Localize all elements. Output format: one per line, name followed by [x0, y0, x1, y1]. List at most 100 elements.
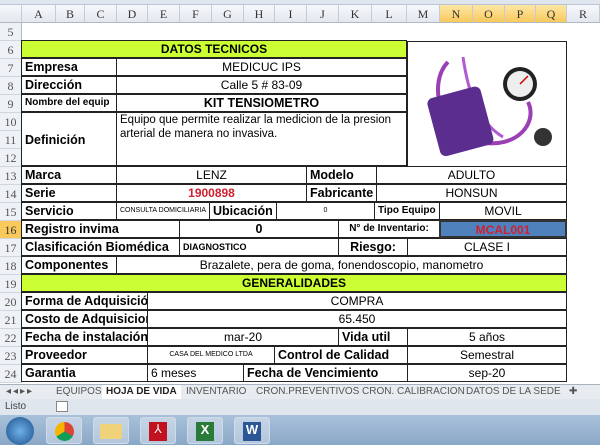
column-header[interactable]: A [22, 5, 56, 23]
row-header[interactable]: 17 [0, 239, 22, 257]
row-header[interactable]: 11 [0, 131, 22, 149]
proveedor-label: Proveedor [21, 346, 148, 364]
componentes-label: Componentes [21, 256, 117, 274]
tab-datos-sede[interactable]: DATOS DE LA SEDE [462, 385, 565, 399]
row-header[interactable]: 10 [0, 113, 22, 131]
chrome-icon[interactable] [46, 417, 82, 444]
empresa-label: Empresa [21, 58, 117, 76]
row-header[interactable]: 18 [0, 257, 22, 275]
macro-record-icon[interactable] [56, 401, 68, 412]
costo-cell[interactable]: 65.450 [147, 310, 567, 328]
proveedor-cell[interactable]: CASA DEL MEDICO LTDA [147, 346, 275, 364]
nombre-label: Nombre del equip [21, 94, 117, 112]
row-header[interactable]: 13 [0, 167, 22, 185]
direccion-cell[interactable]: Calle 5 # 83-09 [116, 76, 407, 94]
column-header[interactable]: K [339, 5, 372, 23]
column-header[interactable]: I [275, 5, 307, 23]
servicio-cell[interactable]: CONSULTA DOMICILIARIA [116, 202, 210, 220]
componentes-cell[interactable]: Brazalete, pera de goma, fonendoscopio, … [116, 256, 567, 274]
row-header[interactable]: 22 [0, 329, 22, 347]
word-icon[interactable]: W [234, 417, 270, 444]
column-header[interactable]: F [180, 5, 212, 23]
row-header[interactable]: 7 [0, 59, 22, 77]
column-header[interactable]: J [307, 5, 339, 23]
row-header[interactable]: 14 [0, 185, 22, 203]
row-header[interactable]: 23 [0, 347, 22, 365]
column-header[interactable]: B [56, 5, 85, 23]
costo-label: Costo de Adquisicion [21, 310, 148, 328]
column-header[interactable]: H [244, 5, 275, 23]
column-header[interactable]: O [473, 5, 505, 23]
direccion-label: Dirección [21, 76, 117, 94]
serie-cell[interactable]: 1900898 [116, 184, 307, 202]
control-calidad-label: Control de Calidad [274, 346, 408, 364]
column-header[interactable]: P [505, 5, 536, 23]
row-header[interactable]: 19 [0, 275, 22, 293]
forma-cell[interactable]: COMPRA [147, 292, 567, 310]
garantia-cell[interactable]: 6 meses [147, 364, 244, 382]
select-all-corner[interactable] [0, 5, 22, 23]
column-header[interactable]: L [372, 5, 407, 23]
column-header[interactable]: G [212, 5, 244, 23]
tab-inventario[interactable]: INVENTARIO [182, 385, 250, 399]
generalidades-header: GENERALIDADES [21, 274, 567, 292]
acrobat-icon[interactable]: ⅄ [140, 417, 176, 444]
column-header[interactable]: R [567, 5, 600, 23]
fabricante-cell[interactable]: HONSUN [376, 184, 567, 202]
tab-nav-arrows-icon[interactable]: ◂◂▸▸ [2, 385, 38, 399]
row-header[interactable]: 12 [0, 149, 22, 167]
vida-util-cell[interactable]: 5 años [407, 328, 567, 346]
clasificacion-cell[interactable]: DIAGNOSTICO [179, 238, 339, 256]
invima-label: Registro invima [21, 220, 180, 238]
row-header[interactable]: 24 [0, 365, 22, 383]
vida-util-label: Vida util [338, 328, 408, 346]
column-header[interactable]: C [85, 5, 117, 23]
start-button-icon[interactable] [6, 417, 34, 445]
control-calidad-cell[interactable]: Semestral [407, 346, 567, 364]
ubicacion-cell[interactable]: 0 [276, 202, 375, 220]
new-sheet-icon[interactable]: ✚ [565, 385, 581, 399]
status-text: Listo [5, 401, 27, 412]
row-header[interactable]: 6 [0, 41, 22, 59]
row-header[interactable]: 9 [0, 95, 22, 113]
modelo-cell[interactable]: ADULTO [376, 166, 567, 184]
row-header[interactable]: 20 [0, 293, 22, 311]
file-explorer-icon[interactable] [93, 417, 129, 444]
invima-cell[interactable]: 0 [179, 220, 339, 238]
row-header[interactable]: 21 [0, 311, 22, 329]
column-header[interactable]: Q [536, 5, 567, 23]
marca-cell[interactable]: LENZ [116, 166, 307, 184]
column-header[interactable]: E [148, 5, 180, 23]
inventario-cell-selected[interactable]: MCAL001 [439, 220, 567, 238]
ubicacion-label: Ubicación [209, 202, 277, 220]
empresa-cell[interactable]: MEDICUC IPS [116, 58, 407, 76]
inventario-label: N° de Inventario: [338, 220, 440, 238]
vencimiento-label: Fecha de Vencimiento [243, 364, 408, 382]
fecha-instalacion-cell[interactable]: mar-20 [147, 328, 339, 346]
sheet-tabs: ◂◂▸▸ EQUIPOS HOJA DE VIDA INVENTARIO CRO… [0, 384, 600, 399]
garantia-label: Garantia [21, 364, 148, 382]
definicion-cell[interactable]: Equipo que permite realizar la medicion … [116, 112, 407, 166]
taskbar: ⅄ X W [0, 415, 600, 445]
excel-icon[interactable]: X [187, 417, 223, 444]
riesgo-cell[interactable]: CLASE I [407, 238, 567, 256]
tab-cron-preventivos[interactable]: CRON.PREVENTIVOS [252, 385, 363, 399]
row-header[interactable]: 16 [0, 221, 22, 239]
riesgo-label: Riesgo: [338, 238, 408, 256]
tab-cron-calibracion[interactable]: CRON. CALIBRACION [358, 385, 469, 399]
row-header[interactable]: 15 [0, 203, 22, 221]
tab-equipos[interactable]: EQUIPOS [52, 385, 106, 399]
column-header[interactable]: M [407, 5, 440, 23]
serie-label: Serie [21, 184, 117, 202]
row-header[interactable]: 5 [0, 23, 22, 41]
tipo-equipo-cell[interactable]: MOVIL [439, 202, 567, 220]
tab-hoja-de-vida[interactable]: HOJA DE VIDA [102, 385, 181, 399]
column-header[interactable]: D [117, 5, 148, 23]
nombre-cell[interactable]: KIT TENSIOMETRO [116, 94, 407, 112]
column-header[interactable]: N [440, 5, 473, 23]
datos-tecnicos-header: DATOS TECNICOS [21, 40, 407, 58]
vencimiento-cell[interactable]: sep-20 [407, 364, 567, 382]
fabricante-label: Fabricante [306, 184, 377, 202]
row-header[interactable]: 8 [0, 77, 22, 95]
servicio-label: Servicio [21, 202, 117, 220]
